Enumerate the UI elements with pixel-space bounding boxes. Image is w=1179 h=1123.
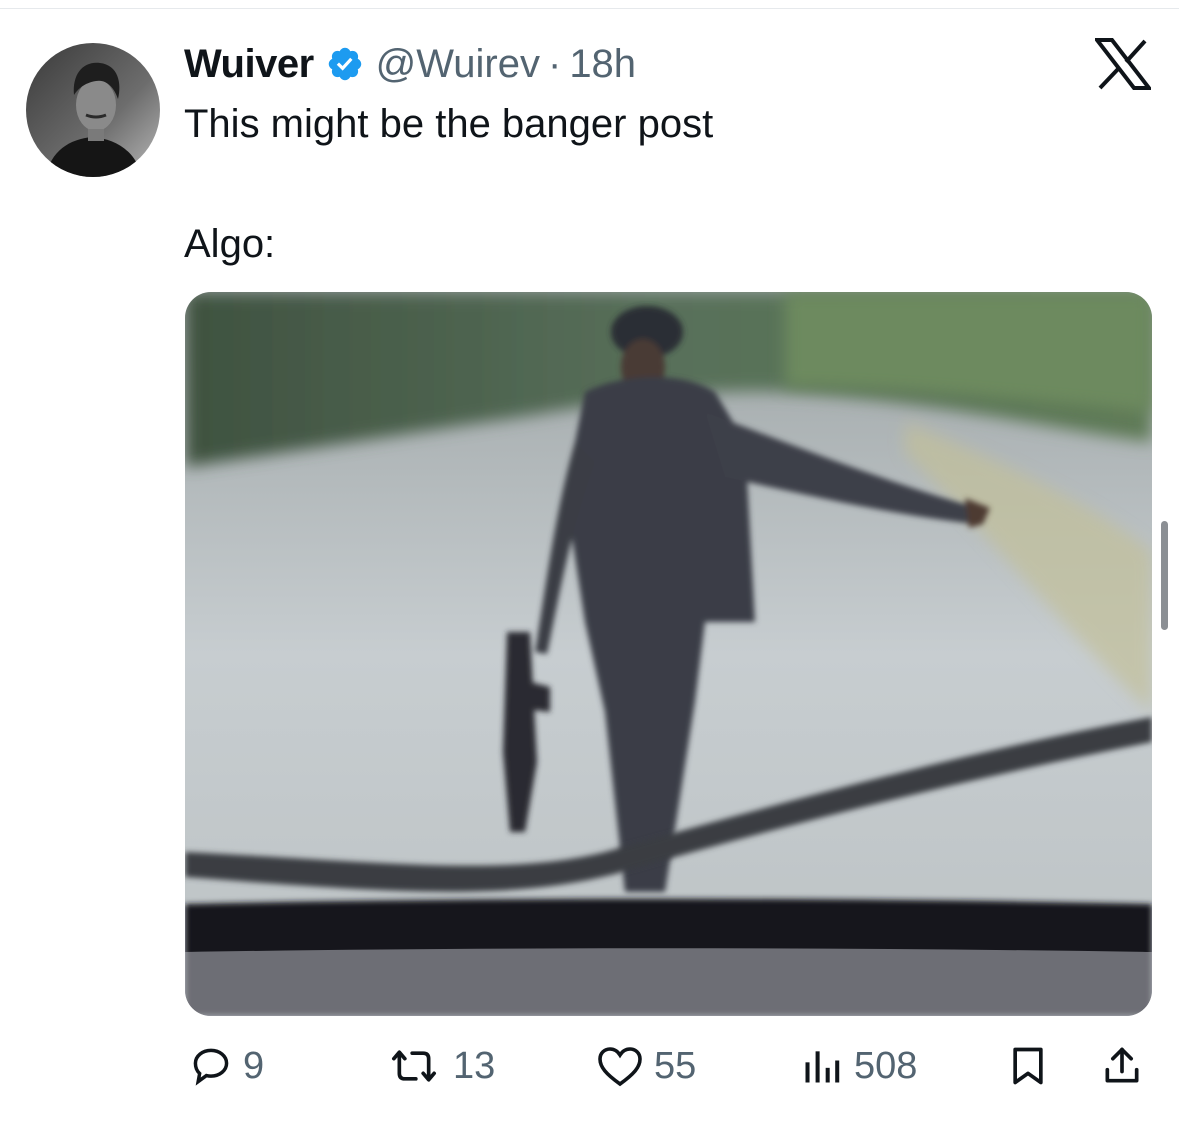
heart-icon: [596, 1044, 644, 1088]
retweet-count: 13: [453, 1044, 496, 1087]
separator-dot: ·: [547, 41, 562, 86]
share-button[interactable]: [1100, 1044, 1144, 1088]
views-count: 508: [854, 1044, 918, 1087]
like-button[interactable]: 55: [596, 1044, 696, 1088]
views-icon: [800, 1044, 844, 1088]
tweet-text-algo: Algo:: [184, 222, 276, 266]
retweet-button[interactable]: 13: [385, 1044, 495, 1088]
author-handle[interactable]: @Wuirev: [376, 42, 540, 87]
views-button[interactable]: 508: [800, 1044, 917, 1088]
share-icon: [1100, 1044, 1144, 1088]
bookmark-button[interactable]: [1006, 1044, 1050, 1088]
retweet-icon: [385, 1044, 443, 1088]
tweet-header: Wuiver @Wuirev · 18h: [184, 38, 636, 90]
x-logo-icon: [1092, 38, 1154, 90]
reply-button[interactable]: 9: [189, 1044, 264, 1088]
tweet-text: This might be the banger post: [184, 102, 714, 146]
top-divider: [0, 8, 1179, 9]
author-name[interactable]: Wuiver: [184, 42, 314, 87]
like-count: 55: [654, 1044, 697, 1087]
tweet-media-image[interactable]: [185, 292, 1152, 1016]
timestamp[interactable]: 18h: [569, 42, 636, 87]
verified-badge-icon: [326, 45, 364, 83]
bookmark-icon: [1006, 1044, 1050, 1088]
tweet-action-bar: 9 13 55 508: [0, 1038, 1179, 1094]
reply-icon: [189, 1044, 233, 1088]
scrollbar[interactable]: [1161, 521, 1168, 630]
avatar[interactable]: [26, 43, 160, 177]
reply-count: 9: [243, 1044, 265, 1087]
